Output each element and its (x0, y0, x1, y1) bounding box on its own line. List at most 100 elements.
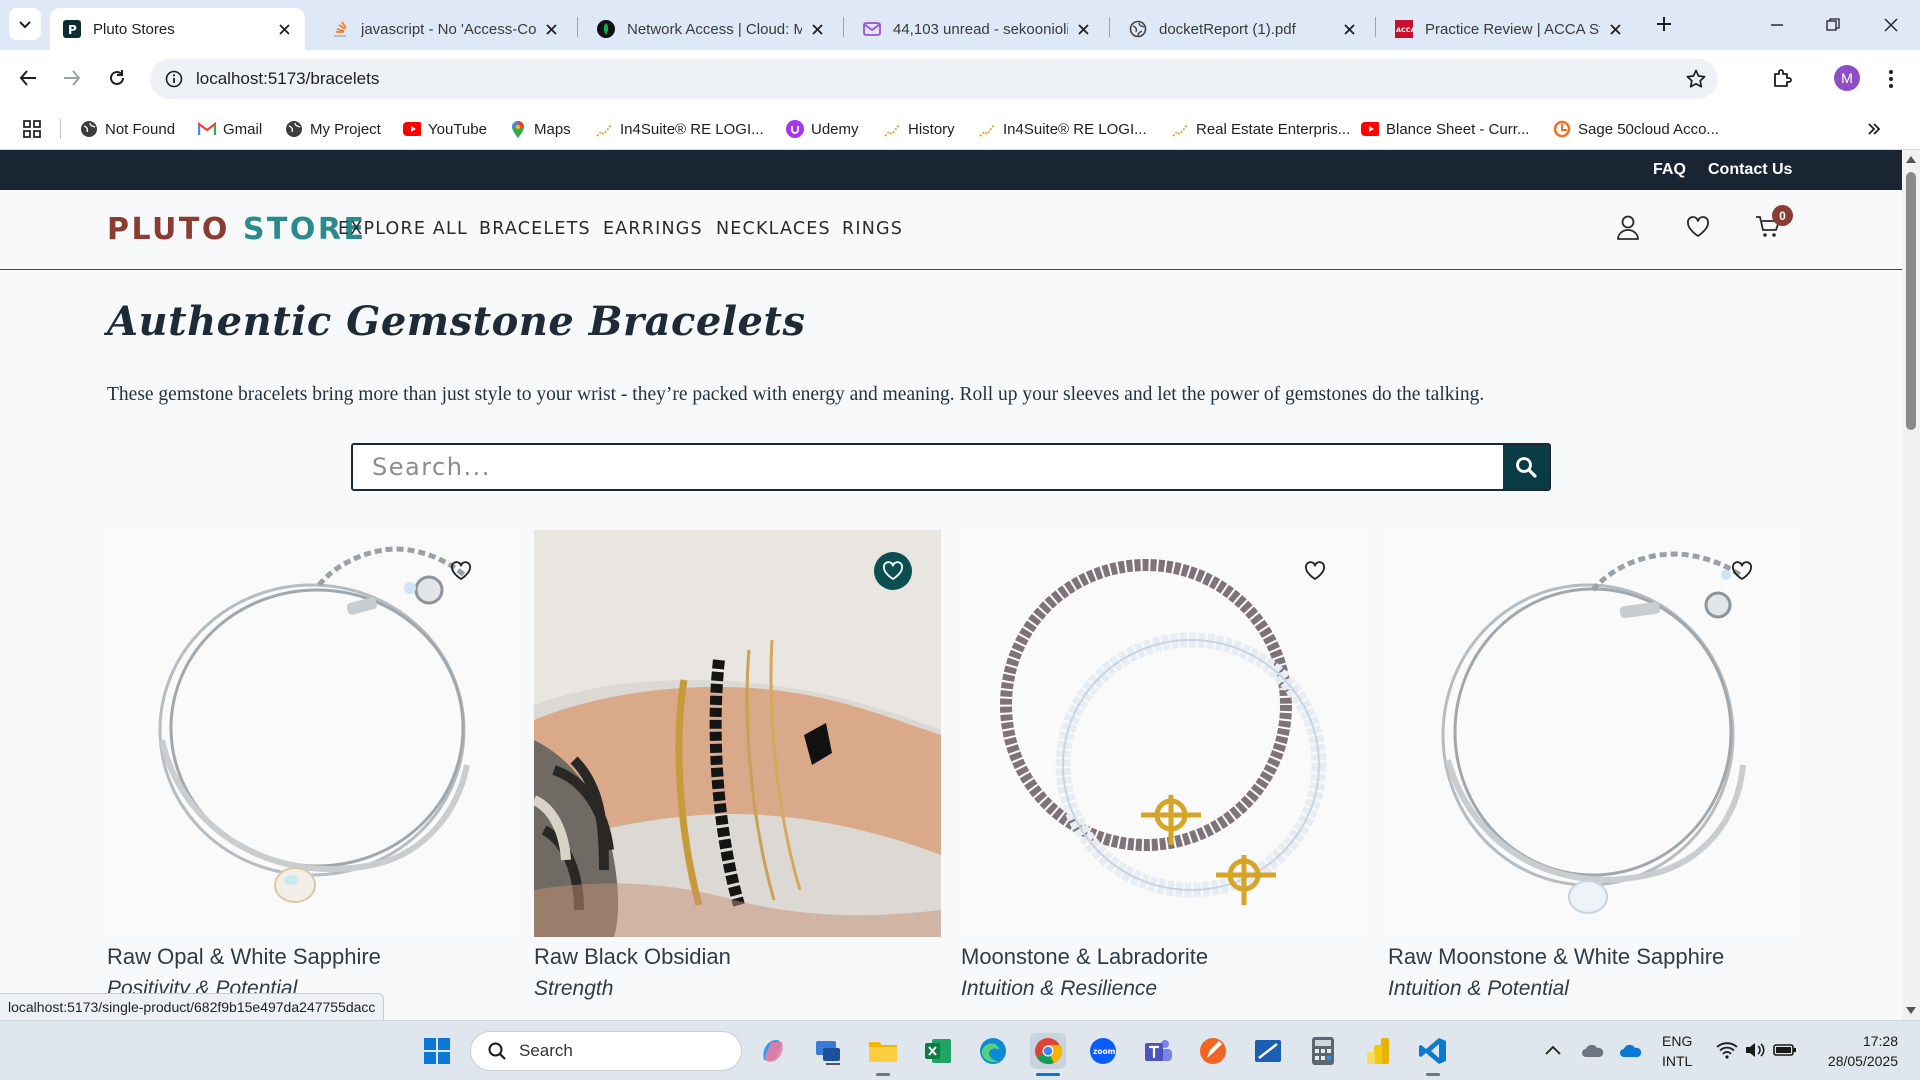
scrollbar-thumb[interactable] (1906, 172, 1916, 430)
scroll-down-arrow-icon[interactable] (1906, 1007, 1916, 1014)
bookmark-youtube[interactable]: YouTube (403, 116, 487, 142)
url-text[interactable]: localhost:5173/bracelets (196, 69, 379, 89)
product-card[interactable]: Raw Moonstone & White Sapphire Intuition… (1388, 530, 1795, 1020)
power-bi-icon[interactable] (1360, 1033, 1396, 1069)
product-card[interactable]: Raw Black Obsidian Strength (534, 530, 941, 1020)
product-image-opal-bracelet[interactable] (107, 530, 514, 937)
pen-app-icon[interactable] (1195, 1033, 1231, 1069)
wishlist-heart-icon[interactable] (1683, 212, 1713, 242)
product-name[interactable]: Raw Opal & White Sapphire (107, 944, 381, 970)
bookmark-sage[interactable]: Sage 50cloud Acco... (1553, 116, 1719, 142)
bookmark-star-icon[interactable] (1684, 67, 1708, 91)
close-tab-icon[interactable] (542, 20, 560, 38)
favorite-button[interactable] (1723, 552, 1761, 590)
close-tab-icon[interactable] (808, 20, 826, 38)
tab-acca[interactable]: ACCA Practice Review | ACCA Stu (1382, 8, 1636, 50)
teams-icon[interactable] (1140, 1033, 1176, 1069)
page-title: Authentic Gemstone Bracelets (107, 298, 806, 345)
minimize-button[interactable] (1762, 10, 1792, 40)
product-name[interactable]: Moonstone & Labradorite (961, 944, 1208, 970)
back-button[interactable] (12, 62, 44, 94)
search-input[interactable] (353, 445, 1505, 489)
bookmark-real-estate[interactable]: Real Estate Enterpris... (1171, 116, 1350, 142)
bookmark-in4suite-2[interactable]: In4Suite® RE LOGI... (978, 116, 1147, 142)
favorite-button[interactable] (442, 552, 480, 590)
new-tab-button[interactable] (1650, 10, 1678, 38)
store-logo[interactable]: PLUTO STORE (107, 212, 367, 247)
bookmark-balance-sheet[interactable]: Blance Sheet - Curr... (1361, 116, 1529, 142)
vscode-icon[interactable] (1415, 1033, 1451, 1069)
bookmark-history[interactable]: History (883, 116, 955, 142)
forward-button[interactable] (56, 62, 88, 94)
search-button[interactable] (1503, 445, 1549, 489)
user-account-icon[interactable] (1613, 212, 1643, 242)
chrome-icon[interactable] (1030, 1033, 1066, 1069)
bookmark-maps[interactable]: Maps (509, 116, 571, 142)
show-hidden-icons-chevron-icon[interactable] (1540, 1037, 1566, 1063)
nav-rings[interactable]: RINGS (842, 219, 903, 239)
address-bar[interactable]: localhost:5173/bracelets (150, 59, 1718, 99)
snipping-tool-icon[interactable] (1250, 1033, 1286, 1069)
nav-necklaces[interactable]: NECKLACES (716, 219, 831, 239)
language-indicator[interactable]: ENG INTL (1662, 1031, 1692, 1071)
calculator-icon[interactable] (1305, 1033, 1341, 1069)
nav-earrings[interactable]: EARRINGS (603, 219, 703, 239)
page-scrollbar[interactable] (1902, 150, 1920, 1020)
close-tab-icon[interactable] (1074, 20, 1092, 38)
reload-button[interactable] (101, 62, 133, 94)
product-image-moonstone-sapphire[interactable] (1388, 530, 1795, 937)
favorite-button[interactable] (874, 552, 912, 590)
remote-desktop-icon[interactable] (810, 1033, 846, 1069)
product-image-obsidian-bracelet[interactable] (534, 530, 941, 937)
onedrive-blue-icon[interactable] (1618, 1037, 1644, 1063)
close-tab-icon[interactable] (1606, 20, 1624, 38)
clock-time: 17:28 (1862, 1033, 1898, 1049)
file-explorer-icon[interactable] (865, 1033, 901, 1069)
close-tab-icon[interactable] (275, 20, 293, 38)
edge-icon[interactable] (975, 1033, 1011, 1069)
nav-bracelets[interactable]: BRACELETS (479, 219, 591, 239)
bookmark-not-found[interactable]: Not Found (80, 116, 175, 142)
tab-docket-pdf[interactable]: docketReport (1).pdf (1116, 8, 1370, 50)
wifi-icon[interactable] (1714, 1037, 1740, 1063)
product-card[interactable]: Raw Opal & White Sapphire Positivity & P… (107, 530, 514, 1020)
product-image-moonstone-labradorite[interactable] (961, 530, 1368, 937)
system-clock[interactable]: 17:28 28/05/2025 (1812, 1031, 1898, 1071)
tab-mongodb[interactable]: Network Access | Cloud: M (584, 8, 838, 50)
extensions-icon[interactable] (1768, 62, 1798, 94)
battery-icon[interactable] (1772, 1037, 1798, 1063)
nav-explore-all[interactable]: EXPLORE ALL (338, 219, 468, 239)
scroll-up-arrow-icon[interactable] (1906, 156, 1916, 163)
product-card[interactable]: Moonstone & Labradorite Intuition & Resi… (961, 530, 1368, 1020)
close-window-button[interactable] (1876, 10, 1906, 40)
excel-icon[interactable] (920, 1033, 956, 1069)
contact-us-link[interactable]: Contact Us (1708, 161, 1792, 179)
tab-title: Pluto Stores (93, 20, 175, 38)
site-info-icon[interactable] (164, 69, 184, 89)
windows-start-icon[interactable] (419, 1033, 455, 1069)
product-name[interactable]: Raw Moonstone & White Sapphire (1388, 944, 1724, 970)
copilot-icon[interactable] (755, 1033, 791, 1069)
close-tab-icon[interactable] (1340, 20, 1358, 38)
more-bookmarks-icon[interactable] (1862, 117, 1886, 141)
tab-pluto-stores[interactable]: P Pluto Stores (50, 8, 305, 50)
tab-mail[interactable]: 44,103 unread - sekoonioli (850, 8, 1104, 50)
favorite-button[interactable] (1296, 552, 1334, 590)
restore-button[interactable] (1818, 10, 1848, 40)
svg-text:P: P (68, 23, 77, 37)
browser-menu-icon[interactable] (1880, 64, 1902, 94)
volume-icon[interactable] (1742, 1037, 1768, 1063)
bookmark-in4suite[interactable]: In4Suite® RE LOGI... (595, 116, 764, 142)
zoom-icon[interactable]: zoom (1085, 1033, 1121, 1069)
faq-link[interactable]: FAQ (1653, 161, 1686, 179)
profile-avatar[interactable]: M (1834, 65, 1860, 91)
taskbar-search[interactable]: Search (470, 1031, 742, 1071)
bookmark-my-project[interactable]: My Project (285, 116, 381, 142)
onedrive-cloud-icon[interactable] (1580, 1037, 1606, 1063)
tab-search-button[interactable] (9, 8, 41, 40)
tab-stackoverflow[interactable]: javascript - No 'Access-Co (318, 8, 572, 50)
bookmark-gmail[interactable]: Gmail (198, 116, 262, 142)
apps-grid-icon[interactable] (20, 117, 44, 141)
product-name[interactable]: Raw Black Obsidian (534, 944, 731, 970)
bookmark-udemy[interactable]: Udemy (786, 116, 859, 142)
